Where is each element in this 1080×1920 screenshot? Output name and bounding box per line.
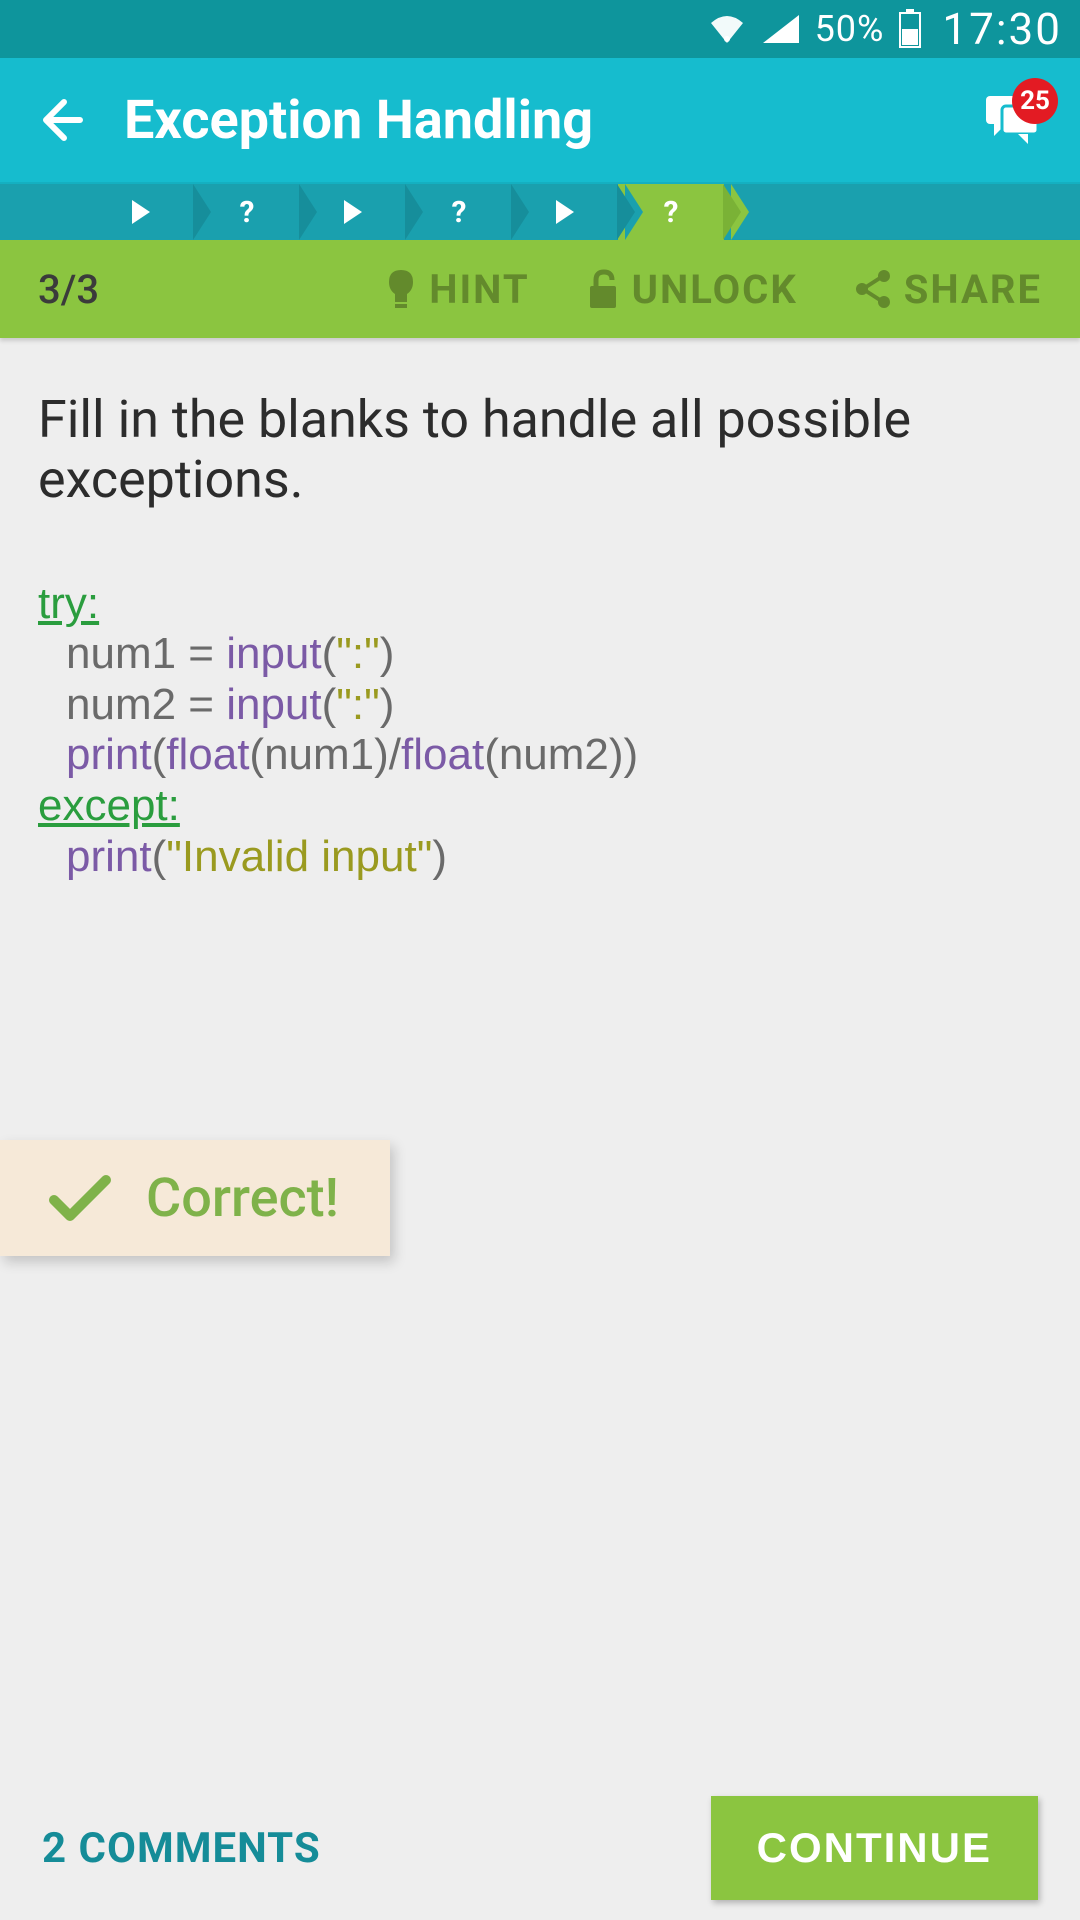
question-icon: ? — [664, 195, 679, 230]
progress-spacer — [0, 184, 88, 240]
continue-button[interactable]: CONTINUE — [711, 1796, 1038, 1900]
question-icon: ? — [452, 195, 467, 230]
code-line-4: print(float(num1)/float(num2)) — [38, 730, 1042, 781]
comments-link[interactable]: 2 COMMENTS — [42, 1824, 321, 1873]
chat-button[interactable]: 25 — [982, 92, 1040, 148]
status-bar: 50% 17:30 — [0, 0, 1080, 58]
hint-button[interactable]: HINT — [385, 266, 529, 313]
code-line-6: print("Invalid input") — [38, 832, 1042, 883]
question-prompt: Fill in the blanks to handle all possibl… — [38, 390, 1042, 511]
code-block: try: num1 = input(":") num2 = input(":")… — [38, 579, 1042, 883]
status-time: 17:30 — [942, 3, 1062, 55]
unlock-label: UNLOCK — [632, 266, 798, 313]
code-line-1: try: — [38, 579, 1042, 630]
code-keyword-try: try: — [38, 579, 99, 628]
check-icon — [48, 1172, 112, 1224]
battery-icon — [898, 9, 922, 49]
question-icon: ? — [240, 195, 255, 230]
app-bar: Exception Handling 25 — [0, 58, 1080, 184]
share-label: SHARE — [904, 266, 1042, 313]
play-icon — [132, 200, 150, 224]
question-counter: 3/3 — [38, 266, 329, 313]
notification-badge: 25 — [1012, 78, 1058, 124]
hint-label: HINT — [429, 266, 529, 313]
progress-step-1[interactable] — [88, 184, 194, 240]
back-button[interactable] — [34, 94, 86, 146]
play-icon — [344, 200, 362, 224]
result-label: Correct! — [146, 1167, 339, 1230]
play-icon — [556, 200, 574, 224]
battery-percent: 50% — [815, 8, 885, 50]
bottom-bar: 2 COMMENTS CONTINUE — [0, 1796, 1080, 1900]
question-content: Fill in the blanks to handle all possibl… — [0, 338, 1080, 934]
page-title: Exception Handling — [124, 89, 944, 152]
share-button[interactable]: SHARE — [854, 266, 1042, 313]
lesson-progress: ? ? ? — [0, 184, 1080, 240]
code-line-5: except: — [38, 781, 1042, 832]
code-keyword-except: except: — [38, 781, 180, 830]
code-line-2: num1 = input(":") — [38, 629, 1042, 680]
action-bar: 3/3 HINT UNLOCK SHARE — [0, 240, 1080, 338]
unlock-button[interactable]: UNLOCK — [586, 266, 798, 313]
signal-icon — [761, 13, 801, 45]
wifi-icon — [707, 13, 747, 45]
code-line-3: num2 = input(":") — [38, 680, 1042, 731]
result-toast: Correct! — [0, 1140, 390, 1256]
